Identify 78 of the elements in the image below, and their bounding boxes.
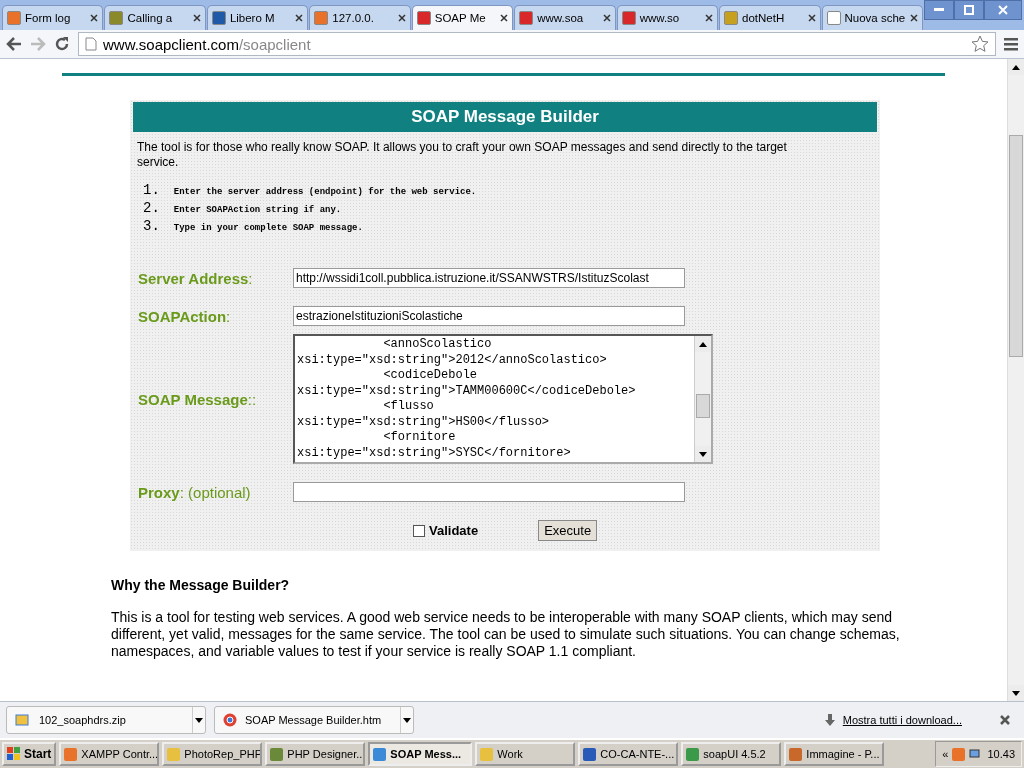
text-field[interactable]: http://wssidi1coll.pubblica.istruzione.it/SSANWSTRS/IstituzScolast	[293, 268, 685, 288]
caret-icon[interactable]	[192, 707, 205, 733]
browser-tab[interactable]: Nuova sche	[821, 5, 923, 30]
start-button[interactable]: Start	[2, 742, 57, 766]
show-downloads-link[interactable]: Mostra tutti i download...	[842, 714, 962, 726]
menu-icon[interactable]	[1004, 37, 1018, 51]
archive-icon	[15, 713, 31, 727]
app-icon	[952, 747, 966, 761]
windows-logo-icon	[7, 747, 21, 761]
step-number: 1.	[143, 182, 160, 198]
close-icon[interactable]	[500, 14, 509, 22]
scroll-down-icon[interactable]	[1008, 685, 1024, 701]
scrollbar-thumb[interactable]	[1009, 135, 1023, 357]
back-icon[interactable]	[6, 37, 22, 51]
restore-button[interactable]	[954, 0, 984, 20]
browser-tab[interactable]: www.so	[616, 5, 719, 30]
caret-icon[interactable]	[400, 707, 413, 733]
download-item[interactable]: SOAP Message Builder.htm	[214, 706, 414, 734]
browser-tab[interactable]: Libero M	[206, 5, 309, 30]
taskbar-item[interactable]: XAMPP Contr...	[59, 742, 160, 766]
panel-title: SOAP Message Builder	[133, 102, 877, 132]
validate-checkbox[interactable]: Validate	[413, 523, 479, 538]
browser-icon	[223, 713, 237, 727]
intro-text: The tool is for those who really know SOAP. It allows you to craft your own SOAP messages and send directly to the target service.	[137, 140, 788, 170]
taskbar-item[interactable]: soapUI 4.5.2	[681, 742, 782, 766]
text-field[interactable]	[293, 482, 685, 502]
close-icon[interactable]	[397, 14, 406, 22]
step-text: Type in your complete SOAP message.	[173, 223, 363, 233]
step-text: Enter the server address (endpoint) for the web service.	[173, 187, 477, 197]
browser-tab[interactable]: SOAP Me	[411, 5, 514, 30]
field-label: Proxy: (optional)	[138, 483, 252, 501]
field-label: Server Address:	[138, 269, 254, 287]
close-icon[interactable]	[807, 14, 816, 22]
download-icon	[824, 714, 835, 726]
browser-tab[interactable]: Form log	[2, 5, 104, 30]
step-number: 3.	[143, 218, 160, 234]
text-field[interactable]: estrazioneIstituzioniScolastiche	[293, 306, 685, 326]
tray-expand-button[interactable]: «	[942, 748, 949, 760]
scroll-down-icon[interactable]	[695, 446, 711, 462]
taskbar-item[interactable]: Work	[475, 742, 576, 766]
paragraph: This is a tool for testing web services. A good web service needs to be interoperable with many SOAP clients, which may send different, yet valid, messages for the same service. The tool can be used to simulate such situations. You can change schemas, namespaces, and variable values to test if your service is really SOAP 1.1 compliant.	[111, 609, 901, 660]
clock-text: 10.43	[987, 748, 1015, 760]
taskbar-item[interactable]: Immagine - P...	[784, 742, 885, 766]
scrollbar-thumb[interactable]	[696, 394, 710, 418]
close-icon	[998, 5, 1008, 15]
minimize-button[interactable]	[924, 0, 954, 20]
taskbar-item[interactable]: CO-CA-NTE-...	[578, 742, 679, 766]
taskbar-item[interactable]: PHP Designer...	[265, 742, 366, 766]
scroll-up-icon[interactable]	[1008, 59, 1024, 75]
star-icon[interactable]	[971, 35, 989, 53]
execute-button[interactable]: Execute	[538, 520, 598, 541]
step-text: Enter SOAPAction string if any.	[173, 205, 342, 215]
scroll-up-icon[interactable]	[695, 336, 711, 352]
field-label: SOAP Message::	[138, 390, 258, 408]
close-icon[interactable]	[909, 14, 918, 22]
browser-tab[interactable]: 127.0.0.	[309, 5, 411, 30]
section-heading: Why the Message Builder?	[111, 577, 291, 593]
restore-icon	[964, 5, 974, 15]
url-text: www.soapclient.com/soapclient	[103, 35, 311, 53]
close-icon[interactable]	[192, 14, 201, 22]
close-icon[interactable]	[1000, 715, 1010, 725]
message-field[interactable]: <annoScolastico xsi:type="xsd:string">2012</annoScolastico> <codiceDebole xsi:type="xsd:string">TAMM00600C</codiceDebole> <flusso xsi:type="xsd:string">HS00</flusso> <fornitore xsi:type="xsd:string">SYSC</fornitore>	[293, 334, 713, 464]
field-label: SOAPAction:	[138, 307, 232, 325]
close-icon[interactable]	[90, 14, 99, 22]
address-bar[interactable]: www.soapclient.com/soapclient	[78, 32, 996, 56]
close-icon[interactable]	[705, 14, 714, 22]
download-item[interactable]: 102_soaphdrs.zip	[6, 706, 206, 734]
browser-tab[interactable]: www.soa	[514, 5, 616, 30]
close-button[interactable]	[984, 0, 1022, 20]
step-number: 2.	[143, 200, 160, 216]
minimize-icon	[934, 8, 944, 12]
close-icon[interactable]	[602, 14, 611, 22]
page-icon	[85, 37, 97, 51]
reload-icon[interactable]	[54, 36, 70, 52]
browser-tab[interactable]: Calling a	[104, 5, 206, 30]
taskbar-item[interactable]: SOAP Mess...	[368, 742, 473, 766]
browser-tab[interactable]: dotNetH	[719, 5, 821, 30]
close-icon[interactable]	[295, 14, 304, 22]
